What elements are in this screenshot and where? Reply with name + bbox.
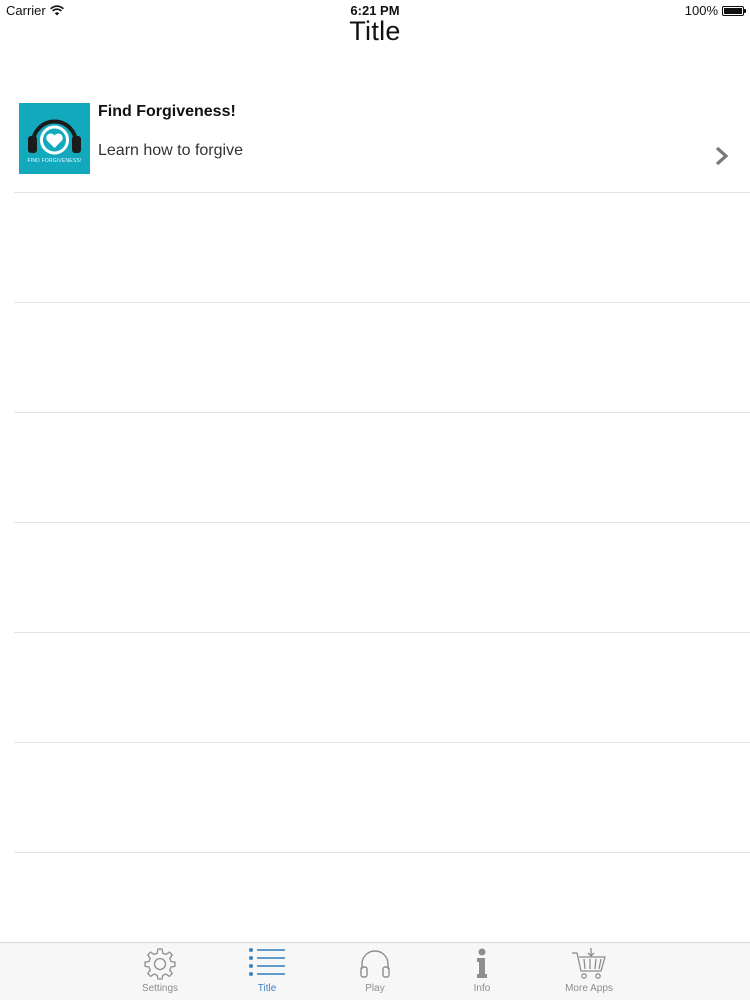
tab-label: Play — [365, 983, 385, 994]
page-title: Title — [349, 16, 401, 46]
tab-bar: Settings Title Play Info More Apps — [0, 942, 750, 1000]
tab-label: Info — [473, 983, 491, 994]
table-row — [14, 743, 750, 853]
battery-icon — [722, 5, 746, 16]
table-row — [14, 413, 750, 523]
table-row — [14, 523, 750, 633]
tab-label: Settings — [141, 983, 179, 994]
chevron-right-icon — [715, 146, 729, 166]
list-item-title: Find Forgiveness! — [98, 103, 236, 120]
info-icon — [477, 948, 487, 978]
table-row — [14, 633, 750, 743]
headphones-icon — [360, 950, 390, 978]
tab-title[interactable]: Title — [227, 943, 307, 1000]
cart-icon — [572, 948, 606, 979]
app-screen: Carrier 6:21 PM 100% Title FIND FORGIVEN… — [0, 0, 750, 1000]
album-thumbnail: FIND FORGIVENESS! — [19, 103, 90, 174]
tab-info[interactable]: Info — [442, 943, 522, 1000]
battery-level — [724, 7, 742, 14]
list-icon — [249, 948, 285, 976]
tab-more-apps[interactable]: More Apps — [549, 943, 629, 1000]
tab-label: Title — [257, 983, 277, 994]
table-row — [14, 193, 750, 303]
gear-icon — [144, 948, 176, 980]
list-item-subtitle: Learn how to forgive — [98, 142, 243, 159]
tab-play[interactable]: Play — [335, 943, 415, 1000]
tab-settings[interactable]: Settings — [120, 943, 200, 1000]
list-item-find-forgiveness[interactable]: FIND FORGIVENESS! Find Forgiveness! Lear… — [14, 82, 750, 193]
table-row — [14, 303, 750, 413]
tab-label: More Apps — [565, 983, 613, 994]
thumbnail-caption: FIND FORGIVENESS! — [27, 158, 82, 164]
title-list: FIND FORGIVENESS! Find Forgiveness! Lear… — [0, 82, 750, 853]
